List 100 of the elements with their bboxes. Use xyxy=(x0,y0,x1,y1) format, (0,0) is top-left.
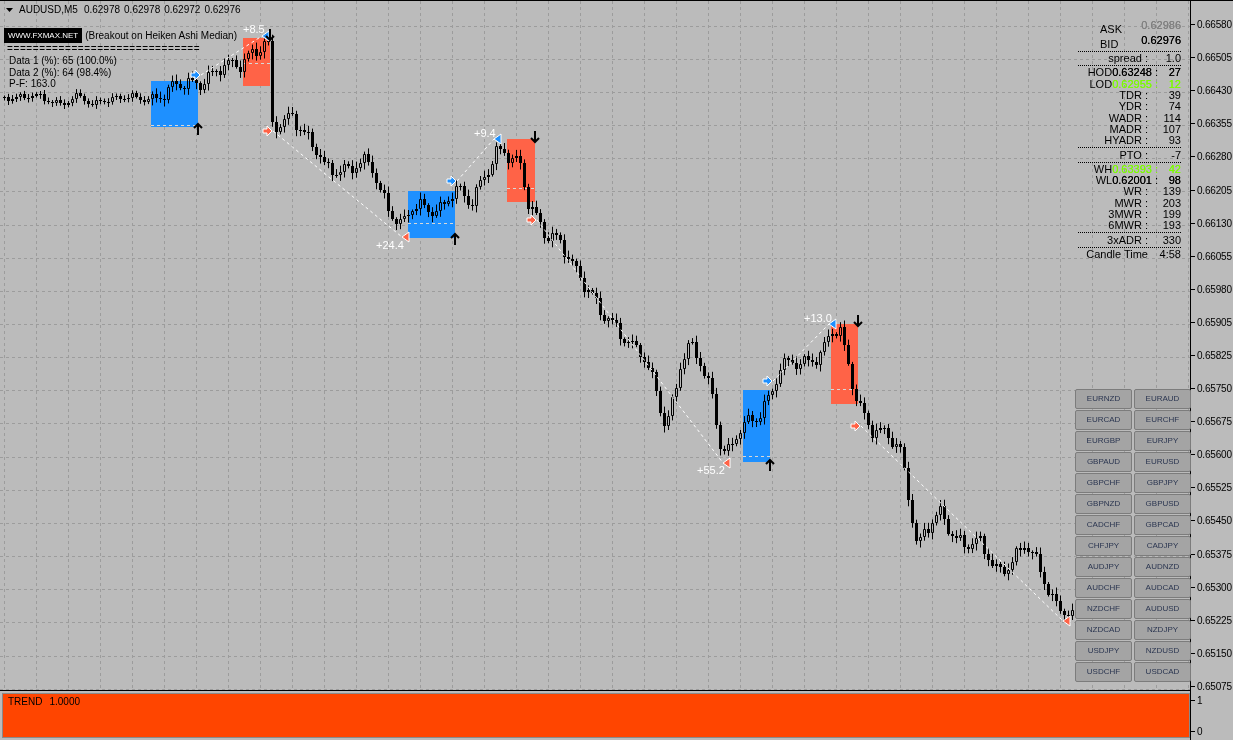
indicator-stat: P-F: 163.0 xyxy=(9,78,56,90)
price-axis-label: 0.65750 xyxy=(1197,383,1232,395)
stat-value: 39 xyxy=(1168,90,1181,102)
stat-value: -7 xyxy=(1171,149,1181,161)
stat-value: 114 xyxy=(1163,112,1181,124)
arrow-marker-icon xyxy=(762,375,773,387)
stat-label: PTO : xyxy=(1118,149,1148,161)
price-axis-label: 0.65225 xyxy=(1197,614,1232,626)
indicator-stat: Data 1 (%): 65 (100.0%) xyxy=(9,55,117,67)
symbol-button[interactable]: AUDJPY xyxy=(1075,557,1132,577)
price-value: 0.62978 xyxy=(124,4,161,16)
stat-value: 4:58 xyxy=(1159,248,1181,260)
symbol-button[interactable]: EURJPY xyxy=(1134,431,1191,451)
arrow-marker-icon xyxy=(526,214,537,226)
price-axis-label: 0.65375 xyxy=(1197,548,1232,560)
stat-value: 98 xyxy=(1168,175,1181,187)
symbol-button[interactable]: USDCHF xyxy=(1075,662,1132,682)
stat-value: 199 xyxy=(1162,209,1181,220)
symbol-button[interactable]: EURCAD xyxy=(1075,410,1132,430)
symbol-button[interactable]: EURCHF xyxy=(1134,410,1191,430)
trend-name: TREND xyxy=(8,696,43,708)
signal-zone xyxy=(742,390,771,462)
quote-value: 0.62976 xyxy=(1141,35,1181,46)
symbol-button[interactable]: AUDCAD xyxy=(1134,578,1191,598)
stat-value: 93 xyxy=(1168,135,1181,147)
symbol-button[interactable]: USDJPY xyxy=(1075,641,1132,661)
arrow-up-icon xyxy=(765,458,775,472)
stat-label: WL xyxy=(1095,175,1113,187)
symbol-button[interactable]: USDCAD xyxy=(1134,662,1191,682)
price-axis-label: 0.66055 xyxy=(1197,250,1232,262)
stat-value: 193 xyxy=(1162,220,1181,232)
caret-down-icon[interactable] xyxy=(6,8,13,12)
symbol-button[interactable]: EURAUD xyxy=(1134,389,1191,409)
stat-label: 6MWR : xyxy=(1107,220,1148,232)
symbol-button[interactable]: GBPUSD xyxy=(1134,494,1191,514)
site-badge: WWW.FXMAX.NET xyxy=(4,28,83,43)
trade-result-label: +55.2 xyxy=(697,464,725,476)
symbol-button[interactable]: AUDCHF xyxy=(1075,578,1132,598)
symbol-button[interactable]: AUDUSD xyxy=(1134,599,1191,619)
quote-label: ASK xyxy=(1099,24,1122,35)
price-value: 0.62976 xyxy=(204,4,241,16)
price-axis-label: 0.65980 xyxy=(1197,283,1232,295)
scale-label: 0 xyxy=(1197,726,1203,737)
stat-label: LOD xyxy=(1089,78,1113,90)
arrow-marker-icon xyxy=(446,175,457,187)
symbol-button[interactable]: EURGBP xyxy=(1075,431,1132,451)
stat-label: YDR : xyxy=(1117,101,1148,113)
symbol-button[interactable]: EURNZD xyxy=(1075,389,1132,409)
stat-label: WADR : xyxy=(1107,112,1148,124)
price-axis-label: 0.66505 xyxy=(1197,52,1232,64)
price-axis-label: 0.66430 xyxy=(1197,85,1232,97)
stat-price: 0.63393 : xyxy=(1112,163,1158,175)
symbol-button[interactable]: AUDNZD xyxy=(1134,557,1191,577)
signal-zone xyxy=(150,81,199,127)
stat-price: 0.63248 : xyxy=(1112,67,1158,79)
stat-label: 3MWR : xyxy=(1107,209,1148,220)
stat-label: HYADR : xyxy=(1103,135,1148,147)
stat-label: MADR : xyxy=(1108,123,1148,135)
chart-symbol: AUDUSD,M5 xyxy=(19,4,78,16)
trade-result-label: +24.4 xyxy=(376,239,404,251)
stat-value: 1.0 xyxy=(1165,53,1181,65)
symbol-button[interactable]: NZDUSD xyxy=(1134,641,1191,661)
symbol-button[interactable]: GBPJPY xyxy=(1134,473,1191,493)
symbol-button[interactable]: GBPCHF xyxy=(1075,473,1132,493)
stat-label: 3xADR : xyxy=(1106,234,1148,246)
arrow-marker-icon xyxy=(190,69,201,81)
symbol-button[interactable]: CADCHF xyxy=(1075,515,1132,535)
symbol-button[interactable]: NZDCAD xyxy=(1075,620,1132,640)
stat-price: 0.62001 : xyxy=(1112,175,1158,187)
price-value: 0.62978 xyxy=(83,4,121,16)
triangle-marker-icon xyxy=(401,231,410,243)
stat-label: WH xyxy=(1093,163,1113,175)
dashed-trade-line xyxy=(772,323,830,382)
stat-label: HOD xyxy=(1087,67,1113,79)
price-axis-label: 0.65600 xyxy=(1197,449,1232,461)
symbol-button[interactable]: NZDCHF xyxy=(1075,599,1132,619)
symbol-button[interactable]: GBPCAD xyxy=(1134,515,1191,535)
price-axis-label: 0.65450 xyxy=(1197,515,1232,527)
symbol-button[interactable]: GBPAUD xyxy=(1075,452,1132,472)
price-axis-label: 0.65905 xyxy=(1197,316,1232,328)
symbol-button[interactable]: CADJPY xyxy=(1134,536,1191,556)
price-value: 0.62972 xyxy=(164,4,201,16)
symbol-button[interactable]: EURUSD xyxy=(1134,452,1191,472)
stat-value: 42 xyxy=(1168,163,1181,175)
stat-value: 12 xyxy=(1168,78,1181,90)
symbol-button[interactable]: CHFJPY xyxy=(1075,536,1132,556)
arrow-marker-icon xyxy=(262,125,273,137)
symbol-button[interactable]: GBPNZD xyxy=(1075,494,1132,514)
price-axis-label: 0.65675 xyxy=(1197,416,1232,428)
price-axis-label: 0.65075 xyxy=(1197,680,1232,692)
price-axis-label: 0.66130 xyxy=(1197,217,1232,229)
scale-label: 1 xyxy=(1197,695,1203,706)
stat-label: MWR : xyxy=(1113,197,1148,209)
indicator-stat: Data 2 (%): 64 (98.4%) xyxy=(9,66,112,78)
symbol-button[interactable]: NZDJPY xyxy=(1134,620,1191,640)
stat-label: Candle Time xyxy=(1085,248,1148,260)
stat-value: 330 xyxy=(1162,234,1181,246)
indicator-title: (Breakout on Heiken Ashi Median) xyxy=(85,29,237,43)
stat-value: 203 xyxy=(1162,197,1181,209)
price-axis-label: 0.65825 xyxy=(1197,350,1232,361)
